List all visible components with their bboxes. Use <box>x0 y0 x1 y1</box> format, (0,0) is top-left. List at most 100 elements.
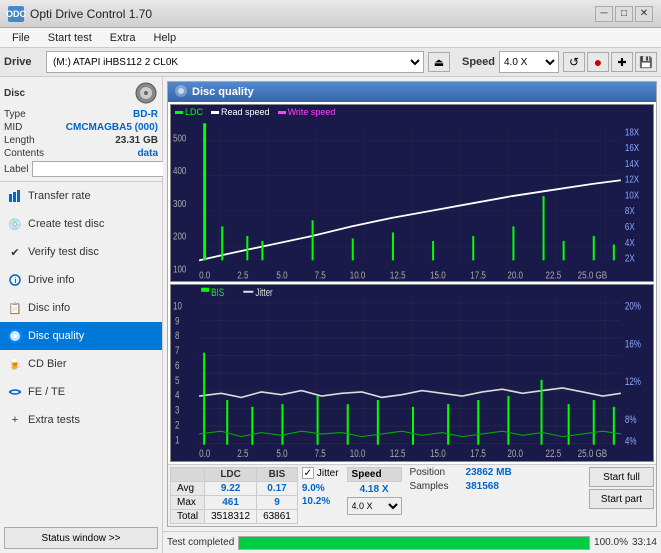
sidebar: Disc Type BD-R MID CMCMAGBA5 (000) Leng <box>0 77 163 553</box>
fe-te-icon <box>8 385 22 399</box>
svg-text:12.5: 12.5 <box>390 448 406 460</box>
contents-val: data <box>137 148 158 159</box>
sidebar-item-fe-te[interactable]: FE / TE <box>0 378 162 406</box>
disc-quality-label: Disc quality <box>28 330 84 342</box>
drive-info-icon: i <box>8 273 22 287</box>
total-label: Total <box>171 510 205 524</box>
stats-row-header <box>171 468 205 482</box>
svg-text:4: 4 <box>175 390 180 402</box>
ldc-legend-label: LDC <box>185 107 203 117</box>
bis-max: 9 <box>257 496 298 510</box>
jitter-header-row: ✓ Jitter <box>302 467 339 479</box>
stats-total-row: Total 3518312 63861 <box>171 510 298 524</box>
disc-length-row: Length 23.31 GB <box>4 135 158 146</box>
disc-mid-row: MID CMCMAGBA5 (000) <box>4 122 158 133</box>
menu-help[interactable]: Help <box>145 31 184 45</box>
start-part-button[interactable]: Start part <box>589 489 654 509</box>
create-test-disc-icon: 💿 <box>8 217 22 231</box>
speed-section: Speed 4.18 X 4.0 X <box>347 467 402 524</box>
jitter-max: 10.2% <box>302 496 330 507</box>
svg-text:2.5: 2.5 <box>237 448 248 460</box>
extra-tests-label: Extra tests <box>28 414 80 426</box>
length-val: 23.31 GB <box>115 135 158 146</box>
sidebar-item-drive-info[interactable]: i Drive info <box>0 266 162 294</box>
label-key: Label <box>4 164 28 175</box>
disc-section-label: Disc <box>4 88 25 99</box>
samples-label: Samples <box>410 481 462 492</box>
jitter-checkbox[interactable]: ✓ <box>302 467 314 479</box>
svg-text:4X: 4X <box>625 237 635 248</box>
read-legend-label: Read speed <box>221 107 270 117</box>
toolbar-icons: ↺ ● ✚ 💾 <box>563 52 657 72</box>
save-button[interactable]: 💾 <box>635 52 657 72</box>
disc-type-row: Type BD-R <box>4 109 158 120</box>
quality-panel-title: Disc quality <box>192 86 254 98</box>
bottom-chart: BIS Jitter 10 9 8 7 6 5 4 3 2 <box>170 284 654 462</box>
sidebar-item-transfer-rate[interactable]: Transfer rate <box>0 182 162 210</box>
add-button[interactable]: ✚ <box>611 52 633 72</box>
create-test-disc-label: Create test disc <box>28 218 104 230</box>
bottom-status-bar: Test completed 100.0% 33:14 <box>163 531 661 553</box>
svg-text:0.0: 0.0 <box>199 270 210 281</box>
svg-text:15.0: 15.0 <box>430 448 446 460</box>
svg-text:500: 500 <box>173 133 186 144</box>
transfer-rate-icon <box>8 189 22 203</box>
speed-select-stats[interactable]: 4.0 X <box>347 497 402 515</box>
content-area: Disc quality LDC Read speed <box>163 77 661 553</box>
svg-text:16%: 16% <box>625 338 641 350</box>
svg-text:8X: 8X <box>625 206 635 217</box>
verify-test-disc-icon: ✔ <box>8 245 22 259</box>
svg-text:4%: 4% <box>625 436 637 448</box>
extra-tests-icon: + <box>8 413 22 427</box>
refresh-button[interactable]: ↺ <box>563 52 585 72</box>
svg-text:18X: 18X <box>625 127 639 138</box>
transfer-rate-label: Transfer rate <box>28 190 91 202</box>
record-button[interactable]: ● <box>587 52 609 72</box>
label-input[interactable] <box>32 161 170 177</box>
drive-select[interactable]: (M:) ATAPI iHBS112 2 CL0K <box>46 51 424 73</box>
menu-extra[interactable]: Extra <box>102 31 144 45</box>
svg-text:5: 5 <box>175 375 179 387</box>
write-legend-label: Write speed <box>288 107 336 117</box>
position-val: 23862 MB <box>466 467 512 478</box>
minimize-button[interactable]: ─ <box>595 6 613 22</box>
start-buttons: Start full Start part <box>589 467 654 524</box>
quality-panel-icon <box>174 84 188 101</box>
jitter-avg-row: 9.0% <box>302 483 339 494</box>
svg-text:400: 400 <box>173 165 186 176</box>
avg-label: Avg <box>171 482 205 496</box>
sidebar-item-verify-test-disc[interactable]: ✔ Verify test disc <box>0 238 162 266</box>
sidebar-item-disc-info[interactable]: 📋 Disc info <box>0 294 162 322</box>
samples-row: Samples 381568 <box>410 481 512 492</box>
samples-val: 381568 <box>466 481 499 492</box>
sidebar-item-cd-bier[interactable]: 🍺 CD Bier <box>0 350 162 378</box>
disc-header: Disc <box>4 81 158 105</box>
sidebar-item-disc-quality[interactable]: Disc quality <box>0 322 162 350</box>
sidebar-item-extra-tests[interactable]: + Extra tests <box>0 406 162 434</box>
svg-text:0.0: 0.0 <box>199 448 210 460</box>
speed-select[interactable]: 4.0 X <box>499 51 559 73</box>
svg-text:2.5: 2.5 <box>237 270 248 281</box>
start-full-button[interactable]: Start full <box>589 467 654 487</box>
menu-start-test[interactable]: Start test <box>40 31 100 45</box>
ldc-avg: 9.22 <box>205 482 257 496</box>
menu-file[interactable]: File <box>4 31 38 45</box>
svg-text:14X: 14X <box>625 158 639 169</box>
eject-button[interactable]: ⏏ <box>428 52 450 72</box>
svg-text:20%: 20% <box>625 300 641 312</box>
svg-text:5.0: 5.0 <box>276 448 287 460</box>
position-row: Position 23862 MB <box>410 467 512 478</box>
cd-bier-label: CD Bier <box>28 358 67 370</box>
sidebar-item-create-test-disc[interactable]: 💿 Create test disc <box>0 210 162 238</box>
length-key: Length <box>4 135 35 146</box>
status-text: Test completed <box>167 537 234 548</box>
ldc-max: 461 <box>205 496 257 510</box>
svg-text:2X: 2X <box>625 253 635 264</box>
speed-label: Speed <box>462 56 495 68</box>
jitter-max-row: 10.2% <box>302 496 339 507</box>
svg-text:20.0: 20.0 <box>507 448 523 460</box>
close-button[interactable]: ✕ <box>635 6 653 22</box>
fe-te-label: FE / TE <box>28 386 65 398</box>
maximize-button[interactable]: □ <box>615 6 633 22</box>
status-window-button[interactable]: Status window >> <box>4 527 158 549</box>
